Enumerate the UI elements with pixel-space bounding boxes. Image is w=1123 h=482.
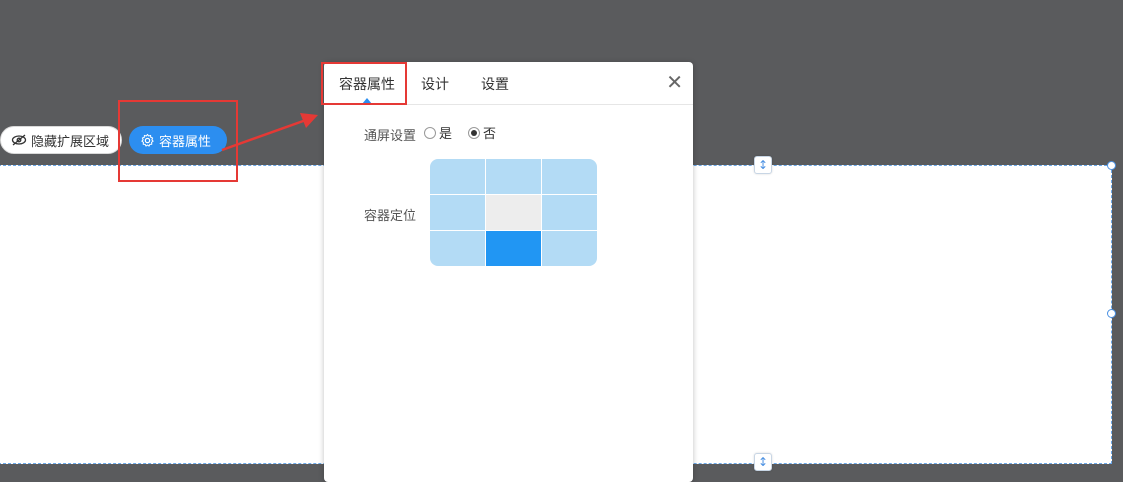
radio-yes-label: 是 (439, 127, 453, 142)
vertical-resize-icon-bottom[interactable]: ↕ (754, 453, 772, 471)
position-cell-bottom-left[interactable] (430, 231, 485, 266)
position-cell-top-left[interactable] (430, 159, 485, 194)
radio-no-dot[interactable] (468, 126, 481, 139)
properties-panel: 容器属性 设计 设置 ✕ 通屏设置 是 否 容器定位 (324, 62, 693, 482)
position-cell-top-right[interactable] (542, 159, 597, 194)
fullscreen-no-radio[interactable]: 否 (468, 123, 496, 142)
position-cell-center[interactable] (486, 195, 541, 230)
highlight-box-tab (321, 62, 407, 105)
position-cell-middle-left[interactable] (430, 195, 485, 230)
resize-handle-middle-right[interactable] (1107, 309, 1116, 318)
close-icon[interactable]: ✕ (666, 72, 683, 92)
radio-yes-dot[interactable] (424, 126, 436, 139)
tab-design[interactable]: 设计 (421, 74, 449, 94)
eye-off-icon (11, 132, 27, 148)
position-cell-top-center[interactable] (486, 159, 541, 194)
hide-extension-button[interactable]: 隐藏扩展区域 (0, 126, 122, 154)
vertical-resize-icon-top[interactable]: ↕ (754, 156, 772, 174)
fullscreen-yes-radio[interactable]: 是 (424, 123, 452, 142)
hide-extension-label: 隐藏扩展区域 (31, 134, 110, 150)
fullscreen-radio-group: 是 否 (424, 123, 512, 142)
position-label: 容器定位 (364, 209, 417, 224)
position-cell-bottom-right[interactable] (542, 231, 597, 266)
tab-settings[interactable]: 设置 (481, 74, 509, 94)
position-cell-bottom-center[interactable] (486, 231, 541, 266)
position-grid (430, 159, 597, 266)
fullscreen-label: 通屏设置 (364, 129, 417, 144)
radio-no-label: 否 (483, 127, 497, 142)
highlight-box-button (118, 100, 238, 182)
position-cell-middle-right[interactable] (542, 195, 597, 230)
resize-handle-top-right[interactable] (1107, 161, 1116, 170)
